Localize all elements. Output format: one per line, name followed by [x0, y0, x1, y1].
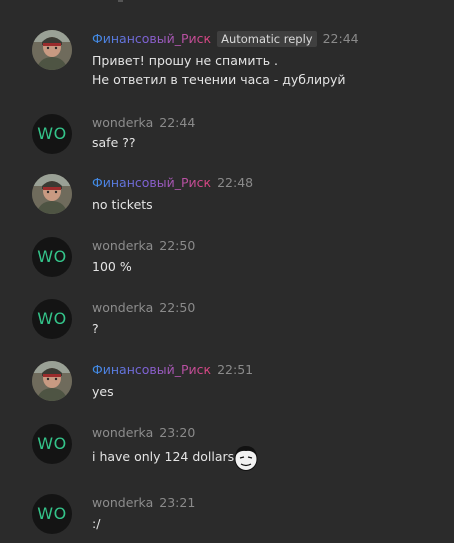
- message-text: Не ответил в течении часа - дублируй: [92, 72, 346, 87]
- author-name[interactable]: Финансовый_Риск: [92, 362, 211, 377]
- message-time: 22:44: [322, 31, 359, 46]
- author-name[interactable]: wonderka: [92, 115, 153, 130]
- message-time: 23:20: [159, 425, 196, 440]
- author-name[interactable]: wonderka: [92, 425, 153, 440]
- message-time: 22:50: [159, 300, 196, 315]
- user-photo-icon: [32, 361, 72, 401]
- message-text: i have only 124 dollars: [92, 447, 234, 467]
- message-text: yes: [92, 384, 114, 399]
- author-name[interactable]: wonderka: [92, 495, 153, 510]
- message-header: Финансовый_Риск 22:51: [92, 361, 253, 378]
- message-header: wonderka 22:50: [92, 237, 195, 254]
- message-time: 22:48: [217, 175, 254, 190]
- message-time: 22:50: [159, 238, 196, 253]
- message-header: wonderka 22:44: [92, 114, 195, 131]
- meme-face-icon[interactable]: [232, 444, 260, 472]
- previous-message-edge: [118, 0, 123, 2]
- avatar[interactable]: [32, 174, 72, 214]
- message-header: wonderka 23:21: [92, 494, 195, 511]
- chat-message-list: Финансовый_Риск Automatic reply 22:44 Прив…: [0, 0, 454, 543]
- message-text: 100 %: [92, 259, 132, 274]
- author-name[interactable]: wonderka: [92, 238, 153, 253]
- message-header: wonderka 23:20: [92, 424, 195, 441]
- author-name[interactable]: wonderka: [92, 300, 153, 315]
- avatar[interactable]: WO: [32, 114, 72, 154]
- message-header: Финансовый_Риск 22:48: [92, 174, 253, 191]
- avatar[interactable]: WO: [32, 494, 72, 534]
- message-text: safe ??: [92, 135, 136, 150]
- author-name[interactable]: Финансовый_Риск: [92, 31, 211, 46]
- message-text: :/: [92, 516, 101, 531]
- avatar[interactable]: WO: [32, 299, 72, 339]
- message-time: 22:44: [159, 115, 196, 130]
- user-photo-icon: [32, 174, 72, 214]
- author-name[interactable]: Финансовый_Риск: [92, 175, 211, 190]
- avatar[interactable]: WO: [32, 237, 72, 277]
- avatar[interactable]: [32, 361, 72, 401]
- automatic-reply-badge: Automatic reply: [217, 31, 317, 47]
- message-text-content: i have only 124 dollars: [92, 449, 235, 464]
- user-photo-icon: [32, 30, 72, 70]
- message-text: ?: [92, 321, 99, 336]
- message-header: wonderka 22:50: [92, 299, 195, 316]
- message-time: 22:51: [217, 362, 254, 377]
- message-text: Привет! прошу не спамить .: [92, 53, 279, 68]
- message-text: no tickets: [92, 197, 153, 212]
- message-time: 23:21: [159, 495, 196, 510]
- avatar[interactable]: [32, 30, 72, 70]
- avatar[interactable]: WO: [32, 424, 72, 464]
- message-header: Финансовый_Риск Automatic reply 22:44: [92, 30, 359, 47]
